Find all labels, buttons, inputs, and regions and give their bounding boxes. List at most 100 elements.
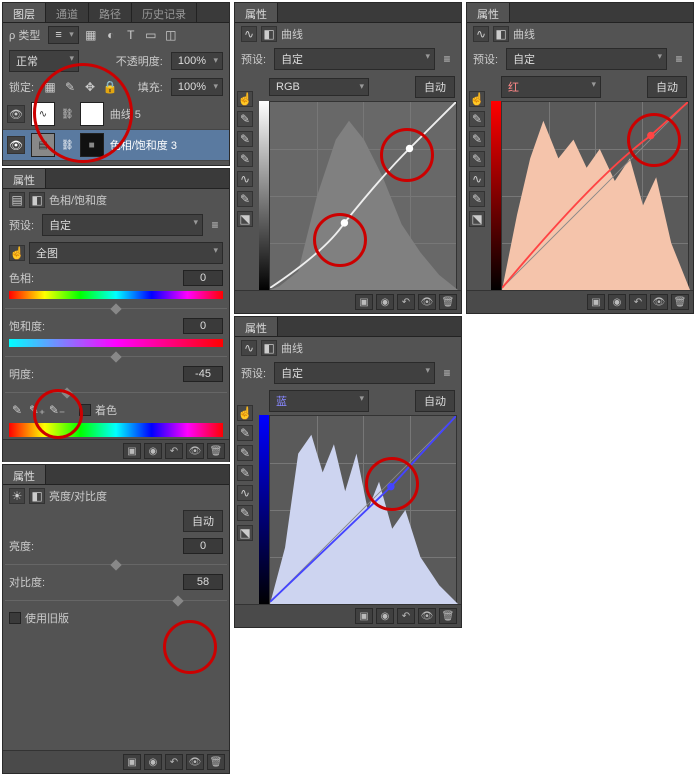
tab-channels[interactable]: 通道 xyxy=(46,3,89,22)
filter-smart-icon[interactable]: ◫ xyxy=(163,27,179,43)
tab-properties[interactable]: 属性 xyxy=(235,3,278,22)
layer-name[interactable]: 曲线 5 xyxy=(110,106,141,122)
lock-all-icon[interactable]: 🔒 xyxy=(102,79,118,95)
visibility-icon[interactable]: 👁 xyxy=(418,608,436,624)
contrast-value[interactable]: 58 xyxy=(183,574,223,590)
trash-icon[interactable]: 🗑 xyxy=(439,608,457,624)
eyedrop-black-icon[interactable]: ✎ xyxy=(469,111,485,127)
preset-menu-icon[interactable]: ≡ xyxy=(439,51,455,67)
curve-grid[interactable] xyxy=(269,101,457,291)
clip-icon[interactable]: ▣ xyxy=(355,294,373,310)
mask-icon[interactable]: ◧ xyxy=(261,340,277,356)
clip-icon[interactable]: ▣ xyxy=(123,754,141,770)
brightness-thumb[interactable] xyxy=(110,559,121,570)
tab-paths[interactable]: 路径 xyxy=(89,3,132,22)
reset-icon[interactable]: ↶ xyxy=(397,294,415,310)
lock-trans-icon[interactable]: ▦ xyxy=(42,79,58,95)
tab-properties[interactable]: 属性 xyxy=(467,3,510,22)
trash-icon[interactable]: 🗑 xyxy=(439,294,457,310)
filter-shape-icon[interactable]: ▭ xyxy=(143,27,159,43)
tab-layers[interactable]: 图层 xyxy=(3,3,46,22)
hue-thumb[interactable] xyxy=(110,303,121,314)
visibility-icon[interactable]: 👁 xyxy=(418,294,436,310)
sat-value[interactable]: 0 xyxy=(183,318,223,334)
color-range-bar[interactable] xyxy=(9,423,223,437)
auto-button[interactable]: 自动 xyxy=(415,76,455,98)
preset-select[interactable]: 自定 xyxy=(506,48,667,70)
finger-icon[interactable]: ☝ xyxy=(237,91,253,107)
eyedrop-gray-icon[interactable]: ✎ xyxy=(237,445,253,461)
mask-icon[interactable]: ◧ xyxy=(29,488,45,504)
adjustment-thumb[interactable]: ∿ xyxy=(31,102,55,126)
eyedrop-black-icon[interactable]: ✎ xyxy=(237,425,253,441)
trash-icon[interactable]: 🗑 xyxy=(207,443,225,459)
prev-icon[interactable]: ◉ xyxy=(144,754,162,770)
filter-kind[interactable]: ≡ xyxy=(48,26,78,44)
preset-select[interactable]: 自定 xyxy=(274,362,435,384)
contrast-thumb[interactable] xyxy=(172,595,183,606)
eyedropper-plus-icon[interactable]: ✎₊ xyxy=(29,402,45,418)
smooth-icon[interactable]: ⬔ xyxy=(469,211,485,227)
preset-select[interactable]: 自定 xyxy=(274,48,435,70)
reset-icon[interactable]: ↶ xyxy=(165,443,183,459)
pencil-icon[interactable]: ✎ xyxy=(469,191,485,207)
eyedrop-black-icon[interactable]: ✎ xyxy=(237,111,253,127)
channel-select[interactable]: 红 xyxy=(501,76,601,98)
finger-icon[interactable]: ☝ xyxy=(469,91,485,107)
curve-edit-icon[interactable]: ∿ xyxy=(237,171,253,187)
mask-icon[interactable]: ◧ xyxy=(29,192,45,208)
layer-hsl3[interactable]: 👁 ▤ ⛓ ■ 色相/饱和度 3 xyxy=(3,130,229,161)
adjustment-thumb[interactable]: ▤ xyxy=(31,133,55,157)
clip-icon[interactable]: ▣ xyxy=(587,294,605,310)
layer-curves5[interactable]: 👁 ∿ ⛓ 曲线 5 xyxy=(3,99,229,130)
smooth-icon[interactable]: ⬔ xyxy=(237,211,253,227)
finger-icon[interactable]: ☝ xyxy=(9,245,25,261)
visibility-icon[interactable]: 👁 xyxy=(7,136,25,154)
reset-icon[interactable]: ↶ xyxy=(165,754,183,770)
auto-button[interactable]: 自动 xyxy=(415,390,455,412)
channel-select[interactable]: RGB xyxy=(269,78,369,96)
curve-grid[interactable] xyxy=(501,101,689,291)
clip-icon[interactable]: ▣ xyxy=(355,608,373,624)
eyedrop-white-icon[interactable]: ✎ xyxy=(237,151,253,167)
tab-properties[interactable]: 属性 xyxy=(3,465,46,484)
legacy-check[interactable] xyxy=(9,612,21,624)
brightness-value[interactable]: 0 xyxy=(183,538,223,554)
range-select[interactable]: 全图 xyxy=(29,242,223,264)
curve-edit-icon[interactable]: ∿ xyxy=(469,171,485,187)
eyedrop-gray-icon[interactable]: ✎ xyxy=(469,131,485,147)
light-value[interactable]: -45 xyxy=(183,366,223,382)
preset-menu-icon[interactable]: ≡ xyxy=(671,51,687,67)
tab-history[interactable]: 历史记录 xyxy=(132,3,197,22)
eyedrop-gray-icon[interactable]: ✎ xyxy=(237,131,253,147)
mask-thumb[interactable]: ■ xyxy=(80,133,104,157)
fill-value[interactable]: 100% xyxy=(171,78,223,96)
eyedrop-white-icon[interactable]: ✎ xyxy=(469,151,485,167)
eyedrop-white-icon[interactable]: ✎ xyxy=(237,465,253,481)
smooth-icon[interactable]: ⬔ xyxy=(237,525,253,541)
mask-thumb[interactable] xyxy=(80,102,104,126)
sat-thumb[interactable] xyxy=(110,351,121,362)
preset-select[interactable]: 自定 xyxy=(42,214,203,236)
pencil-icon[interactable]: ✎ xyxy=(237,191,253,207)
prev-icon[interactable]: ◉ xyxy=(376,608,394,624)
opacity-value[interactable]: 100% xyxy=(171,52,223,70)
visibility-icon[interactable]: 👁 xyxy=(7,105,25,123)
channel-select[interactable]: 蓝 xyxy=(269,390,369,412)
filter-type-icon[interactable]: T xyxy=(123,27,139,43)
auto-button[interactable]: 自动 xyxy=(183,510,223,532)
trash-icon[interactable]: 🗑 xyxy=(671,294,689,310)
visibility-icon[interactable]: 👁 xyxy=(186,443,204,459)
clip-icon[interactable]: ▣ xyxy=(123,443,141,459)
curve-edit-icon[interactable]: ∿ xyxy=(237,485,253,501)
light-thumb[interactable] xyxy=(61,387,72,398)
visibility-icon[interactable]: 👁 xyxy=(650,294,668,310)
eyedropper-icon[interactable]: ✎ xyxy=(9,402,25,418)
lock-pos-icon[interactable]: ✥ xyxy=(82,79,98,95)
tab-properties[interactable]: 属性 xyxy=(3,169,46,188)
hue-value[interactable]: 0 xyxy=(183,270,223,286)
visibility-icon[interactable]: 👁 xyxy=(186,754,204,770)
sat-slider[interactable] xyxy=(9,339,223,347)
preset-menu-icon[interactable]: ≡ xyxy=(439,365,455,381)
pencil-icon[interactable]: ✎ xyxy=(237,505,253,521)
